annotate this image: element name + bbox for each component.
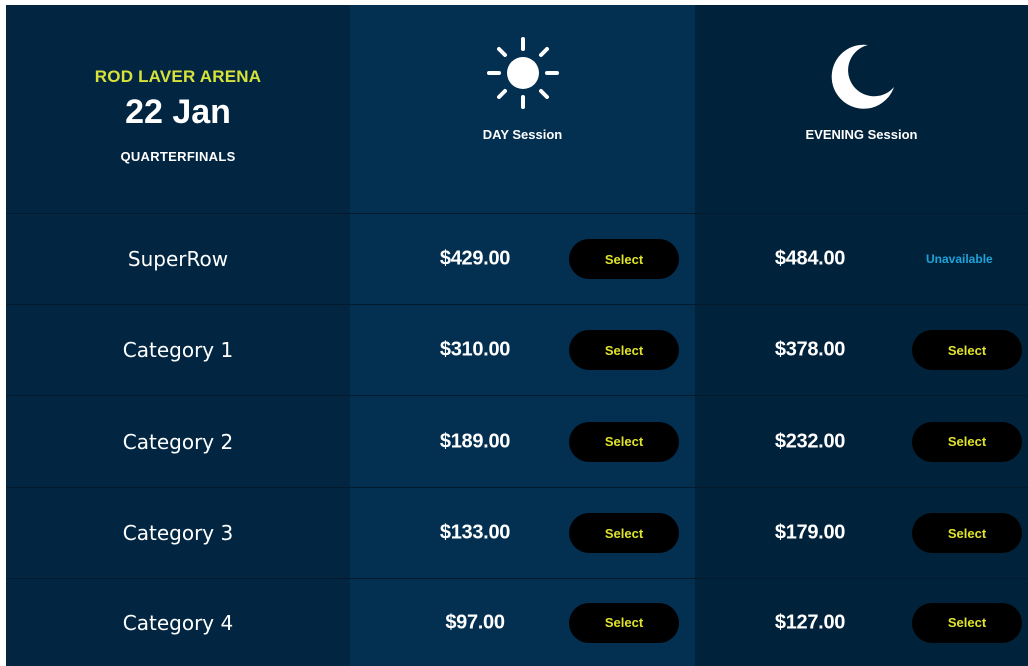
day-price-cell: $429.00 Select: [350, 213, 695, 304]
evening-price: $127.00: [774, 611, 846, 633]
select-button[interactable]: Select: [569, 421, 679, 462]
select-button[interactable]: Select: [912, 330, 1022, 370]
category-name: SuperRow: [127, 247, 229, 271]
day-price-cell: $97.00 Select: [350, 578, 695, 666]
day-price: $310.00: [439, 338, 511, 361]
event-round: QUARTERFINALS: [120, 149, 236, 164]
evening-price: $484.00: [774, 247, 846, 270]
unavailable-label: Unavailable: [926, 252, 993, 266]
day-price-cell: $133.00 Select: [350, 487, 695, 578]
evening-price: $179.00: [774, 521, 846, 544]
evening-price: $378.00: [774, 338, 846, 361]
day-price-cell: $189.00 Select: [350, 395, 695, 487]
evening-price-cell: $179.00 Select: [695, 487, 1028, 578]
moon-icon: [831, 44, 894, 109]
select-button[interactable]: Select: [912, 421, 1022, 462]
select-button[interactable]: Select: [569, 513, 679, 553]
sun-icon: [486, 37, 559, 109]
category-name: Category 1: [122, 338, 234, 362]
evening-price-cell: $378.00 Select: [695, 304, 1028, 395]
select-button[interactable]: Select: [912, 513, 1022, 553]
event-info: ROD LAVER ARENA 22 Jan QUARTERFINALS: [6, 5, 350, 213]
select-button[interactable]: Select: [569, 330, 679, 370]
day-price-cell: $310.00 Select: [350, 304, 695, 395]
day-session-label: DAY Session: [482, 127, 563, 142]
day-price: $133.00: [439, 521, 511, 544]
pricing-table: ROD LAVER ARENA 22 Jan QUARTERFINALS DAY…: [6, 5, 1028, 666]
category-name: Category 4: [122, 610, 234, 635]
select-button[interactable]: Select: [569, 239, 679, 279]
evening-session-label: EVENING Session: [805, 127, 918, 142]
day-price: $189.00: [439, 430, 511, 452]
table-row: Category 3: [6, 487, 350, 578]
select-button[interactable]: Select: [912, 602, 1022, 643]
table-row: Category 2: [6, 395, 350, 487]
evening-price-cell: $232.00 Select: [695, 395, 1028, 487]
evening-price-cell: $127.00 Select: [695, 578, 1028, 666]
category-name: Category 2: [122, 429, 234, 454]
event-date: 22 Jan: [125, 93, 231, 131]
day-price: $97.00: [445, 611, 505, 633]
day-price: $429.00: [439, 247, 511, 270]
evening-price: $232.00: [774, 430, 846, 452]
select-button[interactable]: Select: [569, 602, 679, 643]
table-row: Category 1: [6, 304, 350, 395]
table-row: SuperRow: [6, 213, 350, 304]
category-name: Category 3: [122, 521, 234, 545]
evening-session-header: EVENING Session: [695, 5, 1028, 213]
evening-price-cell: $484.00 Unavailable: [695, 213, 1028, 304]
table-row: Category 4: [6, 578, 350, 666]
day-session-header: DAY Session: [350, 5, 695, 213]
venue-name: ROD LAVER ARENA: [94, 67, 262, 86]
